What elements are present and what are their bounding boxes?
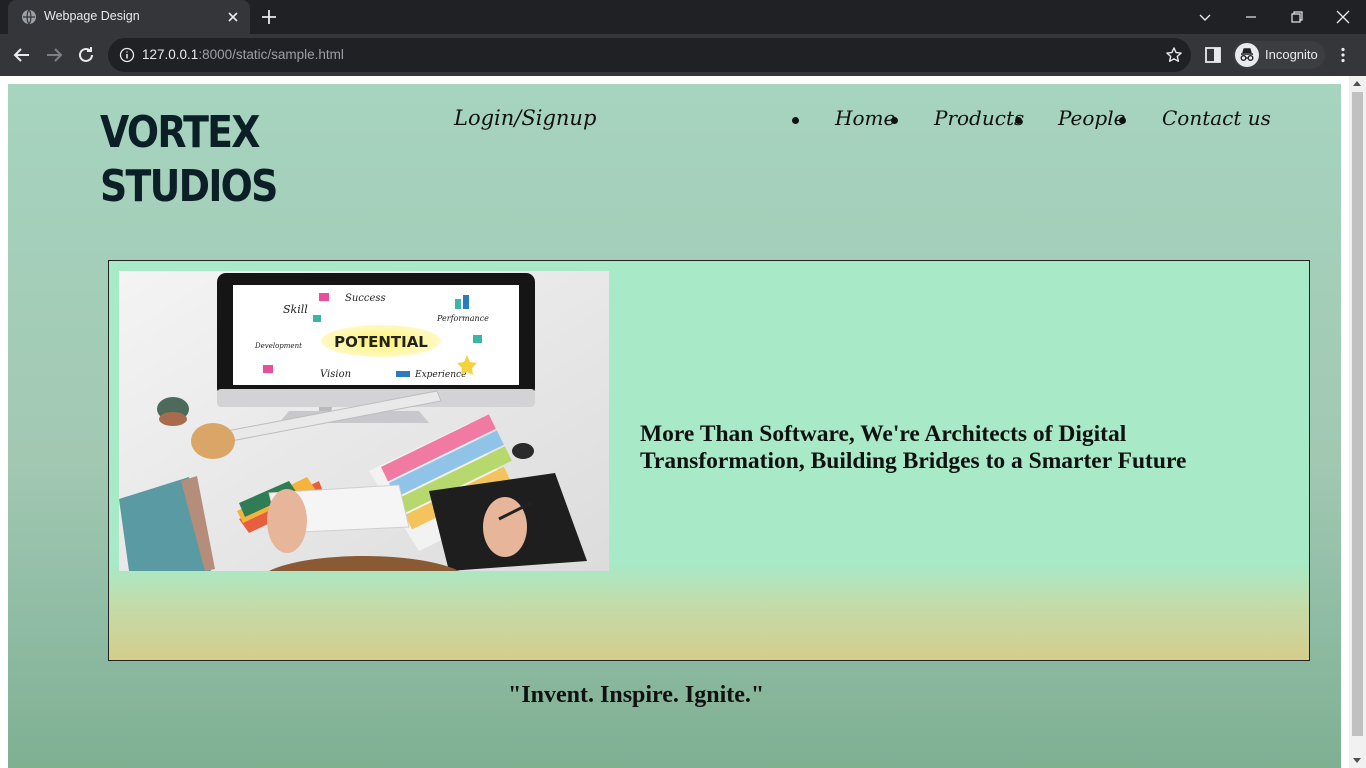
side-panel-icon[interactable] — [1204, 46, 1222, 64]
site-info-icon[interactable] — [119, 47, 135, 63]
tab-search-chevron-icon[interactable] — [1193, 5, 1217, 29]
address-bar[interactable]: 127.0.0.1:8000/static/sample.html — [108, 38, 1191, 72]
close-window-icon[interactable] — [1331, 5, 1355, 29]
url-text: 127.0.0.1:8000/static/sample.html — [142, 47, 344, 62]
tagline: "Invent. Inspire. Ignite." — [508, 682, 765, 708]
incognito-label: Incognito — [1265, 47, 1318, 62]
nav-people[interactable]: People — [1058, 106, 1125, 130]
browser-tab[interactable]: Webpage Design — [8, 0, 250, 34]
page-viewport: VORTEX STUDIOS Login/Signup Home Product… — [0, 76, 1366, 768]
nav-bullet-icon — [891, 117, 898, 124]
nav-bullet-icon — [1015, 117, 1022, 124]
restore-icon[interactable] — [1285, 5, 1309, 29]
incognito-profile-button[interactable]: Incognito — [1233, 41, 1325, 69]
kebab-menu-icon[interactable] — [1334, 46, 1352, 64]
url-host: 127.0.0.1 — [142, 47, 199, 62]
incognito-icon — [1235, 43, 1259, 67]
globe-icon — [22, 9, 36, 25]
site-logo[interactable]: VORTEX STUDIOS — [100, 106, 278, 214]
login-signup-link[interactable]: Login/Signup — [454, 106, 596, 130]
forward-arrow-icon[interactable] — [42, 43, 66, 67]
hero-word-potential: POTENTIAL — [334, 333, 428, 351]
hero-headline: More Than Software, We're Architects of … — [640, 421, 1187, 474]
minimize-icon[interactable] — [1239, 5, 1263, 29]
logo-line-1: VORTEX — [100, 107, 260, 158]
scrollbar-thumb[interactable] — [1352, 92, 1363, 736]
hero-word-success: Success — [345, 293, 386, 304]
nav-contact-us[interactable]: Contact us — [1162, 106, 1271, 130]
new-tab-icon[interactable] — [259, 7, 279, 27]
logo-line-2: STUDIOS — [100, 161, 278, 212]
hero-word-vision: Vision — [320, 369, 351, 380]
scroll-up-arrow-icon[interactable] — [1353, 81, 1361, 86]
reload-icon[interactable] — [74, 43, 98, 67]
nav-bullet-icon — [1119, 117, 1126, 124]
hero-word-skill: Skill — [283, 303, 308, 316]
hero-section: POTENTIAL Skill Success Performance Deve… — [108, 260, 1310, 661]
nav-products[interactable]: Products — [934, 106, 1024, 130]
hero-word-performance: Performance — [436, 314, 489, 323]
nav-home[interactable]: Home — [835, 106, 895, 130]
hero-word-development: Development — [254, 342, 302, 350]
browser-tabstrip: Webpage Design — [0, 0, 1366, 34]
browser-toolbar: 127.0.0.1:8000/static/sample.html Incogn… — [0, 34, 1366, 76]
nav-bullet-icon — [792, 117, 799, 124]
hero-word-experience: Experience — [414, 370, 466, 380]
url-path: :8000/static/sample.html — [198, 47, 344, 62]
bookmark-star-icon[interactable] — [1165, 46, 1183, 64]
hero-image: POTENTIAL Skill Success Performance Deve… — [119, 271, 609, 571]
scroll-down-arrow-icon[interactable] — [1353, 758, 1361, 763]
close-tab-icon[interactable] — [224, 8, 242, 26]
tab-title: Webpage Design — [44, 9, 140, 23]
page-body: VORTEX STUDIOS Login/Signup Home Product… — [8, 84, 1341, 768]
back-arrow-icon[interactable] — [10, 43, 34, 67]
page-scrollbar[interactable] — [1349, 76, 1366, 768]
